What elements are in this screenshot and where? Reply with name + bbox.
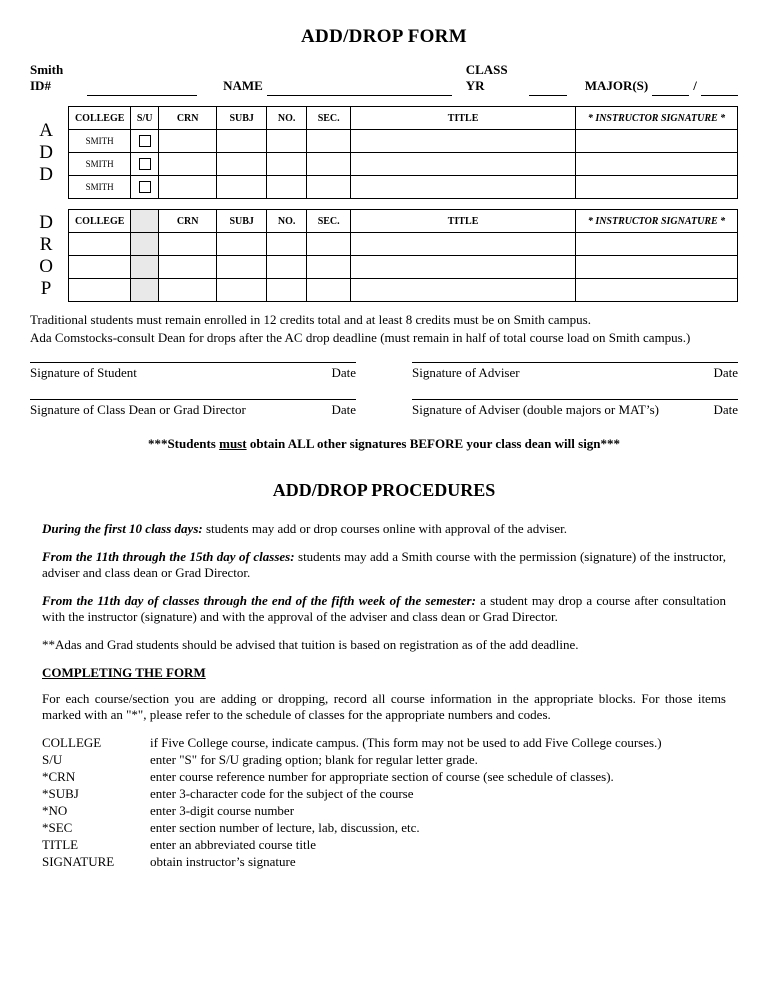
drop-table: COLLEGE CRN SUBJ NO. SEC. TITLE * INSTRU… xyxy=(68,209,738,302)
add-college-cell: SMITH xyxy=(69,130,131,153)
add-vertical-label: A D D xyxy=(30,106,68,199)
smith-id-label: Smith ID# xyxy=(30,62,83,94)
signature-student[interactable]: Signature of Student Date xyxy=(30,362,356,381)
credit-notes: Traditional students must remain enrolle… xyxy=(30,312,738,346)
add-sec-cell[interactable] xyxy=(307,130,351,153)
drop-row xyxy=(69,279,738,302)
note-line: Traditional students must remain enrolle… xyxy=(30,312,738,328)
add-row: SMITH xyxy=(69,130,738,153)
def-key: COLLEGE xyxy=(42,735,150,752)
col-su: S/U xyxy=(131,107,159,130)
col-subj: SUBJ xyxy=(217,107,267,130)
add-title-cell[interactable] xyxy=(351,130,576,153)
def-row: S/Uenter "S" for S/U grading option; bla… xyxy=(42,752,662,769)
col-no: NO. xyxy=(267,107,307,130)
def-val: if Five College course, indicate campus.… xyxy=(150,735,662,752)
add-college-cell: SMITH xyxy=(69,153,131,176)
def-row: *CRNenter course reference number for ap… xyxy=(42,769,662,786)
col-college: COLLEGE xyxy=(69,107,131,130)
add-no-cell[interactable] xyxy=(267,130,307,153)
smith-id-input[interactable] xyxy=(87,81,196,96)
completing-header: COMPLETING THE FORM xyxy=(42,665,726,681)
col-crn: CRN xyxy=(159,107,217,130)
def-row: *SUBJenter 3-character code for the subj… xyxy=(42,786,662,803)
add-college-cell: SMITH xyxy=(69,176,131,199)
completing-intro: For each course/section you are adding o… xyxy=(42,691,726,723)
col-crn: CRN xyxy=(159,210,217,233)
name-input[interactable] xyxy=(267,81,452,96)
checkbox-icon[interactable] xyxy=(139,135,151,147)
def-row: *NOenter 3-digit course number xyxy=(42,803,662,820)
col-title: TITLE xyxy=(351,107,576,130)
page: ADD/DROP FORM Smith ID# NAME CLASS YR MA… xyxy=(0,0,768,901)
def-row: *SECenter section number of lecture, lab… xyxy=(42,820,662,837)
majors-label: MAJOR(S) xyxy=(585,78,649,94)
add-crn-cell[interactable] xyxy=(159,130,217,153)
signature-block: Signature of Student Date Signature of A… xyxy=(30,362,738,418)
classyr-label: CLASS YR xyxy=(466,62,525,94)
signature-row: Signature of Student Date Signature of A… xyxy=(30,362,738,381)
classyr-input[interactable] xyxy=(529,81,568,96)
procedures-section: ADD/DROP PROCEDURES During the first 10 … xyxy=(30,480,738,871)
procedure-paragraph: From the 11th day of classes through the… xyxy=(42,593,726,625)
procedure-paragraph: From the 11th through the 15th day of cl… xyxy=(42,549,726,581)
signature-dean[interactable]: Signature of Class Dean or Grad Director… xyxy=(30,399,356,418)
col-no: NO. xyxy=(267,210,307,233)
def-row: SIGNATUREobtain instructor’s signature xyxy=(42,854,662,871)
add-table: COLLEGE S/U CRN SUBJ NO. SEC. TITLE * IN… xyxy=(68,106,738,199)
drop-header-row: COLLEGE CRN SUBJ NO. SEC. TITLE * INSTRU… xyxy=(69,210,738,233)
checkbox-icon[interactable] xyxy=(139,181,151,193)
add-row: SMITH xyxy=(69,176,738,199)
drop-row xyxy=(69,233,738,256)
definitions-table: COLLEGE if Five College course, indicate… xyxy=(42,735,662,871)
col-su-blank xyxy=(131,210,159,233)
add-section: A D D COLLEGE S/U CRN SUBJ NO. SEC. TITL… xyxy=(30,106,738,199)
drop-row xyxy=(69,256,738,279)
procedures-title: ADD/DROP PROCEDURES xyxy=(42,480,726,501)
def-row: COLLEGE if Five College course, indicate… xyxy=(42,735,662,752)
signature-row: Signature of Class Dean or Grad Director… xyxy=(30,399,738,418)
signature-adviser2[interactable]: Signature of Adviser (double majors or M… xyxy=(412,399,738,418)
add-sig-cell[interactable] xyxy=(576,130,738,153)
major1-input[interactable] xyxy=(652,81,689,96)
checkbox-icon[interactable] xyxy=(139,158,151,170)
add-header-row: COLLEGE S/U CRN SUBJ NO. SEC. TITLE * IN… xyxy=(69,107,738,130)
col-subj: SUBJ xyxy=(217,210,267,233)
form-title: ADD/DROP FORM xyxy=(30,26,738,48)
col-sec: SEC. xyxy=(307,107,351,130)
signature-adviser[interactable]: Signature of Adviser Date xyxy=(412,362,738,381)
must-obtain-line: ***Students must obtain ALL other signat… xyxy=(30,436,738,452)
add-su-cell[interactable] xyxy=(131,130,159,153)
name-label: NAME xyxy=(223,78,263,94)
col-sec: SEC. xyxy=(307,210,351,233)
note-line: Ada Comstocks-consult Dean for drops aft… xyxy=(30,330,738,346)
add-su-cell[interactable] xyxy=(131,153,159,176)
drop-section: D R O P COLLEGE CRN SUBJ NO. SEC. TITLE … xyxy=(30,209,738,302)
add-row: SMITH xyxy=(69,153,738,176)
col-signature: * INSTRUCTOR SIGNATURE * xyxy=(576,210,738,233)
header-fields-row: Smith ID# NAME CLASS YR MAJOR(S) / xyxy=(30,62,738,94)
col-signature: * INSTRUCTOR SIGNATURE * xyxy=(576,107,738,130)
procedure-note: **Adas and Grad students should be advis… xyxy=(42,637,726,653)
drop-vertical-label: D R O P xyxy=(30,209,68,302)
col-college: COLLEGE xyxy=(69,210,131,233)
add-su-cell[interactable] xyxy=(131,176,159,199)
major2-input[interactable] xyxy=(701,81,738,96)
col-title: TITLE xyxy=(351,210,576,233)
procedure-paragraph: During the first 10 class days: students… xyxy=(42,521,726,537)
def-row: TITLEenter an abbreviated course title xyxy=(42,837,662,854)
add-subj-cell[interactable] xyxy=(217,130,267,153)
